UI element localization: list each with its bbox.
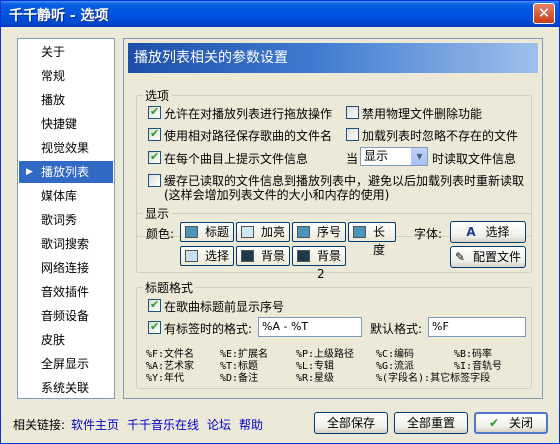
sidebar-item-hotkeys[interactable]: 快捷键 [19, 113, 113, 135]
sidebar-item-lyrics-show[interactable]: 歌词秀 [19, 209, 113, 231]
background2-color-label: 背景2 [317, 249, 342, 281]
link-help[interactable]: 帮助 [239, 416, 263, 433]
sidebar-item-media-library[interactable]: 媒体库 [19, 185, 113, 207]
relative-path-checkbox[interactable] [148, 127, 161, 141]
disable-physical-delete-checkbox[interactable] [346, 106, 359, 119]
sidebar-item-lyrics-search[interactable]: 歌词搜索 [19, 233, 113, 255]
category-list[interactable]: 关于 常规 播放 快捷键 视觉效果 ▶ 播放列表 媒体库 歌词秀 歌词搜索 网络… [17, 38, 115, 399]
show-info-label: 在每个曲目上提示文件信息 [164, 152, 309, 166]
default-format-input[interactable]: %F [428, 317, 526, 337]
read-timing-select[interactable]: 显示 ▼ [360, 147, 428, 166]
read-timing-value: 显示 [364, 149, 389, 163]
tagged-format-input[interactable]: %A - %T [258, 317, 362, 337]
font-label: 字体: [414, 227, 443, 241]
length-color-label: 长度 [373, 225, 386, 257]
tagged-format-checkbox[interactable] [148, 320, 161, 334]
selected-arrow-icon: ▶ [26, 167, 33, 177]
highlight-color-label: 加亮 [261, 225, 286, 239]
length-color-button[interactable]: 长度 [348, 222, 396, 257]
color-label: 颜色: [146, 227, 175, 241]
sidebar-item-about[interactable]: 关于 [19, 41, 113, 63]
sidebar-item-playback[interactable]: 播放 [19, 89, 113, 111]
checkmark-icon: ✔ [489, 416, 500, 430]
sidebar-item-audio-device[interactable]: 音频设备 [19, 305, 113, 327]
config-file-label: 配置文件 [472, 250, 521, 264]
default-format-label: 默认格式: [370, 322, 423, 336]
close-button[interactable]: ✔ 关闭 [474, 412, 548, 434]
background2-color-swatch [297, 250, 310, 262]
page-title: 播放列表相关的参数设置 [128, 43, 538, 73]
background-color-swatch [241, 250, 254, 262]
sidebar-item-skin[interactable]: 皮肤 [19, 329, 113, 351]
index-color-swatch [297, 226, 310, 238]
display-group-legend: 显示 [145, 207, 170, 221]
relative-path-label: 使用相对路径保存歌曲的文件名 [164, 129, 333, 143]
format-legend-item: %R:星级 [296, 373, 335, 384]
options-window: 千千静听 - 选项 × 关于 常规 播放 快捷键 视觉效果 ▶ 播放列表 媒体库… [0, 0, 560, 444]
select-color-label: 选择 [205, 249, 230, 263]
link-homepage[interactable]: 软件主页 [71, 416, 119, 433]
chevron-down-icon[interactable]: ▼ [411, 148, 427, 165]
save-all-button[interactable]: 全部保存 [314, 412, 388, 434]
format-legend-item: %(字段名):其它标签字段 [376, 373, 491, 384]
link-forum[interactable]: 论坛 [207, 416, 231, 433]
index-color-label: 序号 [317, 225, 342, 239]
length-color-swatch [353, 226, 366, 238]
show-info-checkbox[interactable] [148, 150, 161, 164]
disable-physical-delete-label: 禁用物理文件删除功能 [362, 107, 483, 121]
highlight-color-swatch [241, 226, 254, 238]
allow-drag-label: 允许在对播放列表进行拖放操作 [164, 107, 333, 121]
sidebar-item-network[interactable]: 网络连接 [19, 257, 113, 279]
window-title: 千千静听 - 选项 [9, 8, 109, 24]
font-select-label: 选择 [485, 225, 510, 239]
show-index-label: 在歌曲标题前显示序号 [164, 300, 285, 314]
edit-icon: ✎ [455, 250, 466, 264]
allow-drag-checkbox[interactable] [148, 105, 161, 119]
sidebar-item-label: 播放列表 [41, 165, 90, 179]
sidebar-item-file-association[interactable]: 系统关联 [19, 377, 113, 399]
select-color-button[interactable]: 选择 [180, 246, 234, 266]
settings-panel: 播放列表相关的参数设置 选项 允许在对播放列表进行拖放操作 禁用物理文件删除功能… [123, 38, 543, 399]
link-music-online[interactable]: 千千音乐在线 [127, 416, 199, 433]
ignore-missing-checkbox[interactable] [346, 128, 359, 141]
font-select-button[interactable]: A 选择 [450, 221, 526, 243]
window-close-button[interactable]: × [533, 3, 555, 24]
reset-all-button[interactable]: 全部重置 [394, 412, 468, 434]
select-color-swatch [185, 250, 198, 262]
cache-info-label-2: (这样会增加列表文件的大小和内存的使用) [164, 188, 390, 202]
config-file-button[interactable]: ✎ 配置文件 [450, 246, 526, 268]
title-format-group-legend: 标题格式 [145, 281, 194, 295]
sidebar-item-general[interactable]: 常规 [19, 65, 113, 87]
title-color-label: 标题 [205, 225, 230, 239]
format-legend-item: %Y:年代 [146, 373, 185, 384]
sidebar-item-effect-plugins[interactable]: 音效插件 [19, 281, 113, 303]
format-legend-item: %D:备注 [220, 373, 259, 384]
tagged-format-label: 有标签时的格式: [164, 322, 253, 336]
highlight-color-button[interactable]: 加亮 [236, 222, 290, 242]
sidebar-item-visual-effects[interactable]: 视觉效果 [19, 137, 113, 159]
background-color-label: 背景 [261, 249, 286, 263]
cache-info-checkbox[interactable] [148, 174, 161, 187]
index-color-button[interactable]: 序号 [292, 222, 346, 242]
font-a-icon: A [466, 225, 476, 239]
options-group-legend: 选项 [145, 89, 170, 103]
sidebar-item-fullscreen[interactable]: 全屏显示 [19, 353, 113, 375]
when-label: 当 [346, 152, 359, 166]
background2-color-button[interactable]: 背景2 [292, 246, 346, 281]
close-button-label: 关闭 [508, 416, 533, 430]
show-index-checkbox[interactable] [148, 298, 161, 312]
ignore-missing-label: 加载列表时忽略不存在的文件 [362, 129, 519, 143]
sidebar-item-playlist[interactable]: ▶ 播放列表 [19, 161, 113, 183]
read-info-label: 时读取文件信息 [432, 152, 517, 166]
background-color-button[interactable]: 背景 [236, 246, 290, 266]
title-color-swatch [185, 226, 198, 238]
title-bar[interactable]: 千千静听 - 选项 × [1, 1, 559, 27]
title-color-button[interactable]: 标题 [180, 222, 234, 242]
related-links-label: 相关链接: [13, 418, 66, 432]
